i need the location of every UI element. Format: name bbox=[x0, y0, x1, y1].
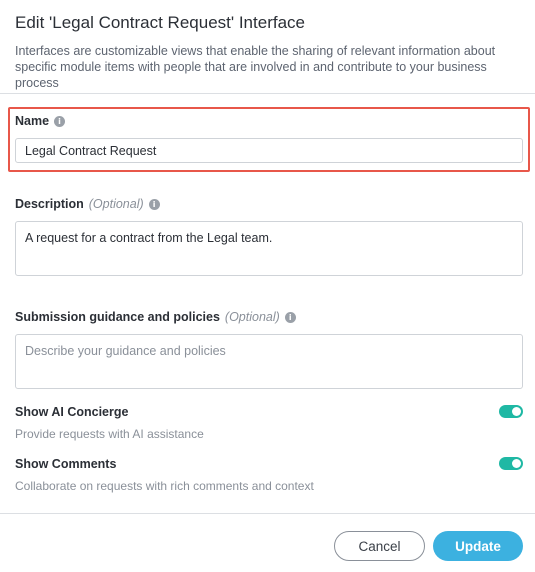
description-label-text: Description bbox=[15, 197, 84, 211]
dialog-subtitle: Interfaces are customizable views that e… bbox=[15, 44, 496, 90]
info-icon[interactable]: i bbox=[284, 311, 296, 323]
dialog-footer: Cancel Update bbox=[0, 513, 535, 572]
ai-concierge-title: Show AI Concierge bbox=[15, 405, 129, 419]
description-value: A request for a contract from the Legal … bbox=[25, 231, 273, 245]
dialog-header: Edit 'Legal Contract Request' Interface … bbox=[0, 0, 535, 94]
update-button[interactable]: Update bbox=[433, 531, 523, 561]
comments-subtitle: Collaborate on requests with rich commen… bbox=[15, 479, 314, 493]
ai-concierge-row: Show AI Concierge Provide requests with … bbox=[15, 405, 523, 441]
name-input[interactable]: Legal Contract Request bbox=[15, 138, 523, 163]
name-input-value: Legal Contract Request bbox=[25, 143, 157, 158]
info-icon[interactable]: i bbox=[148, 198, 160, 210]
toggle-knob bbox=[512, 459, 521, 468]
guidance-label-text: Submission guidance and policies bbox=[15, 310, 220, 324]
toggle-knob bbox=[512, 407, 521, 416]
info-icon[interactable]: i bbox=[54, 115, 66, 127]
name-label-text: Name bbox=[15, 114, 50, 128]
description-optional: (Optional) bbox=[88, 197, 144, 211]
ai-concierge-toggle[interactable] bbox=[499, 405, 523, 418]
description-label: Description (Optional) i bbox=[15, 197, 160, 211]
name-label: Name i bbox=[15, 114, 66, 128]
cancel-button[interactable]: Cancel bbox=[334, 531, 425, 561]
comments-toggle[interactable] bbox=[499, 457, 523, 470]
guidance-label: Submission guidance and policies (Option… bbox=[15, 310, 296, 324]
comments-row: Show Comments Collaborate on requests wi… bbox=[15, 457, 523, 493]
comments-title: Show Comments bbox=[15, 457, 117, 471]
dialog-title: Edit 'Legal Contract Request' Interface bbox=[15, 13, 305, 32]
description-textarea[interactable]: A request for a contract from the Legal … bbox=[15, 221, 523, 276]
guidance-placeholder: Describe your guidance and policies bbox=[25, 344, 226, 358]
guidance-textarea[interactable]: Describe your guidance and policies bbox=[15, 334, 523, 389]
guidance-optional: (Optional) bbox=[224, 310, 280, 324]
ai-concierge-subtitle: Provide requests with AI assistance bbox=[15, 427, 204, 441]
